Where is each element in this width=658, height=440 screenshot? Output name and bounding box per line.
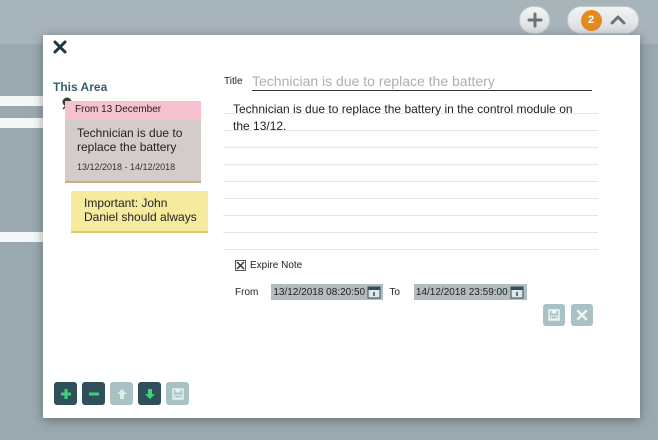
plus-icon <box>60 388 71 399</box>
arrow-down-icon <box>144 388 155 399</box>
area-title: This Area <box>53 80 108 94</box>
notes-dialog: This Area From 13 December Technician is… <box>43 35 640 418</box>
background-row <box>0 96 44 106</box>
remove-note-button[interactable] <box>82 382 105 405</box>
notes-toolbar <box>54 382 189 405</box>
date-range-row: From 13/12/2018 08:20:50 To 14/12/2018 2… <box>235 284 527 300</box>
close-icon <box>576 309 588 321</box>
background-row <box>0 232 44 242</box>
add-note-button[interactable] <box>54 382 77 405</box>
note-date-range: 13/12/2018 - 14/12/2018 <box>77 162 176 172</box>
note-date-header: From 13 December <box>65 101 201 120</box>
add-button[interactable] <box>519 6 550 34</box>
from-date-value: 13/12/2018 08:20:50 <box>273 286 366 298</box>
notifications-button[interactable]: 2 <box>567 6 639 34</box>
to-date-value: 14/12/2018 23:59:00 <box>415 286 508 298</box>
expire-note-checkbox[interactable] <box>235 260 246 271</box>
expire-note-label: Expire Note <box>250 260 303 271</box>
note-preview-text: Important: John Daniel should always <box>84 196 197 224</box>
save-order-button[interactable] <box>166 382 189 405</box>
move-down-button[interactable] <box>138 382 161 405</box>
close-icon[interactable] <box>53 40 67 54</box>
background-row <box>0 118 44 128</box>
note-preview-text: Technician is due to replace the battery <box>77 126 183 154</box>
notification-count-badge: 2 <box>580 9 602 31</box>
arrow-up-icon <box>116 388 127 399</box>
save-note-button[interactable] <box>543 304 565 326</box>
plus-icon <box>527 12 542 28</box>
check-x-icon <box>236 261 245 270</box>
minus-icon <box>88 392 99 395</box>
note-content-area[interactable]: Technician is due to replace the battery… <box>223 97 598 253</box>
note-item[interactable]: Important: John Daniel should always <box>71 191 208 233</box>
calendar-icon[interactable] <box>367 285 381 299</box>
to-label: To <box>389 286 400 298</box>
expire-note-row: Expire Note <box>235 260 302 271</box>
save-icon <box>171 387 184 400</box>
to-date-field[interactable]: 14/12/2018 23:59:00 <box>413 284 527 300</box>
cancel-note-button[interactable] <box>571 304 593 326</box>
calendar-icon[interactable] <box>510 285 524 299</box>
title-label: Title <box>224 76 243 87</box>
from-label: From <box>235 286 259 298</box>
chevron-up-icon <box>610 15 625 25</box>
note-item-active[interactable]: From 13 December Technician is due to re… <box>65 101 201 183</box>
move-up-button[interactable] <box>110 382 133 405</box>
save-icon <box>548 309 560 321</box>
from-date-field[interactable]: 13/12/2018 08:20:50 <box>271 284 384 300</box>
title-input[interactable] <box>252 71 592 91</box>
